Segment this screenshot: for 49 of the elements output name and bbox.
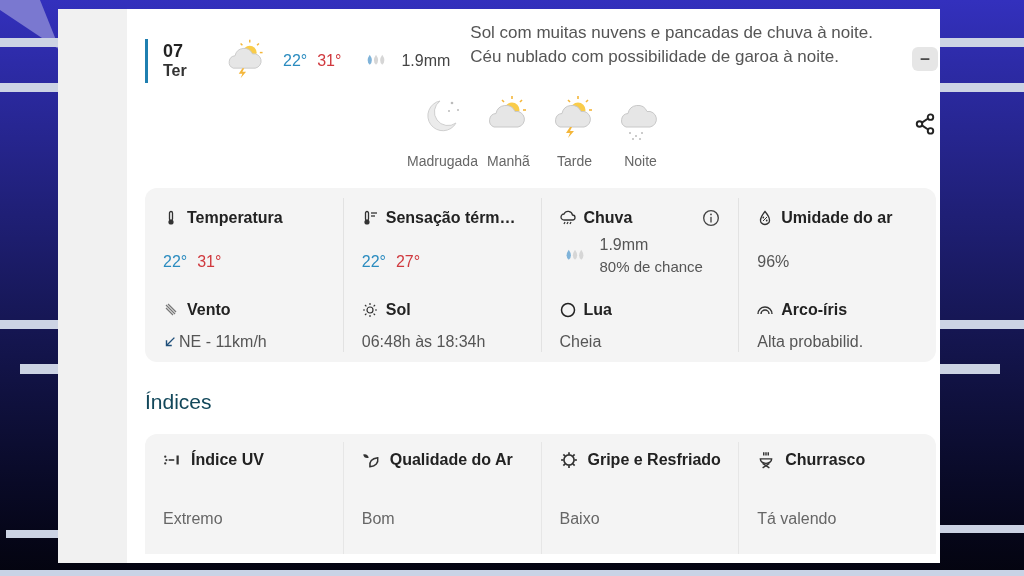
detail-label: Lua [583,300,612,320]
detail-label: Sol [385,300,411,320]
index-value: Bom [361,508,396,529]
period-label: Manhã [487,152,530,171]
index-value: Tá valendo [757,508,838,529]
collapse-button[interactable] [912,47,938,71]
wind-sock-icon [163,302,179,318]
period-label: Tarde [557,152,592,171]
index-value: Extremo [163,508,224,529]
index-label: Gripe e Resfriado [587,449,721,470]
detail-value: Alta probabilid. [757,332,864,352]
detail-value: 96% [757,252,790,272]
share-icon [914,113,936,135]
section-heading: Índices [145,389,213,415]
min-temperature: 22° [163,252,188,272]
min-temperature: 22° [283,51,308,71]
forecast-description: Sol com muitas nuvens e pancadas de chuva à noite. Céu nublado com possibilidade de garoa à noite. [470,22,874,68]
circle-icon [559,302,576,318]
detail-label: Sensação térm… [385,208,516,228]
period-label: Madrugada [407,152,478,171]
detail-label: Chuva [583,208,633,228]
detail-value: Cheia [559,332,602,352]
detail-label: Temperatura [187,208,283,228]
weekday: Ter [163,61,187,81]
detail-label: Umidade do ar [781,208,893,228]
sun-icon [361,302,378,318]
date-marker [145,39,148,83]
min-temperature: 22° [361,252,386,272]
max-temperature: 31° [317,51,342,71]
arrow-down-left-icon [163,335,177,349]
thermometer-lines-icon [361,210,378,226]
detail-label: Vento [187,300,231,320]
index-value: Baixo [559,508,601,529]
day-number: 07 [163,41,185,61]
max-temperature: 31° [197,252,222,272]
rain-chance: 80% de chance [599,257,703,277]
wind-value: NE - 11km/h [179,332,267,352]
rain-cloud-icon [559,210,576,226]
detail-label: Arco-íris [781,300,848,320]
period-label: Noite [624,152,657,171]
rain-amount: 1.9mm [401,51,451,71]
index-label: Índice UV [191,449,264,470]
rain-amount: 1.9mm [599,235,650,255]
info-icon [702,209,721,227]
index-label: Qualidade do Ar [389,449,513,470]
max-temperature: 27° [395,252,421,272]
share-button[interactable] [914,113,936,135]
detail-value: 06:48h às 18:34h [361,332,486,352]
index-label: Churrasco [785,449,866,470]
